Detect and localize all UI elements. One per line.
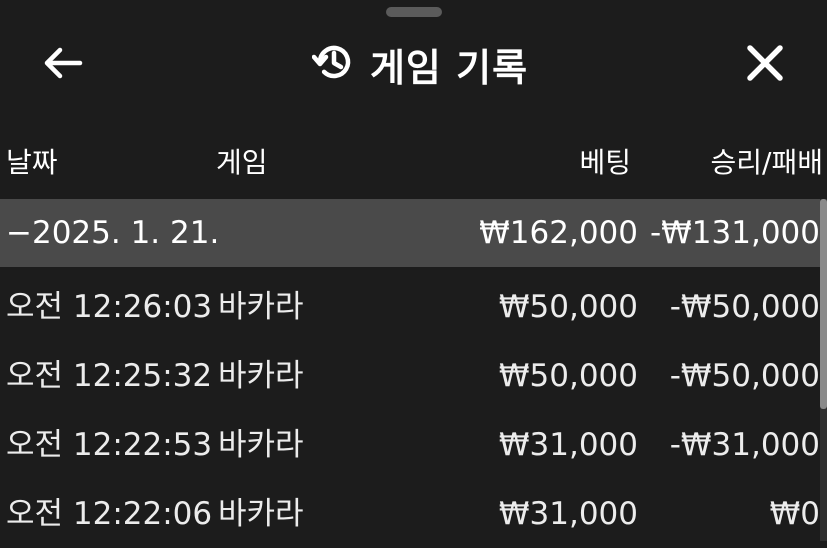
title-group: 게임 기록 [280,38,560,90]
row-result: -₩50,000 [669,358,820,394]
page-title: 게임 기록 [369,45,529,90]
arrow-left-icon [43,47,83,83]
column-header-bet: 베팅 [579,146,631,179]
table-row[interactable]: 오전 12:22:53 바카라 ₩31,000 -₩31,000 [0,411,820,479]
row-game: 바카라 [218,496,304,532]
group-bet-total: ₩162,000 [479,215,638,251]
table-row[interactable]: 오전 12:25:32 바카라 ₩50,000 -₩50,000 [0,342,820,410]
close-button[interactable] [738,40,792,90]
column-header-date: 날짜 [6,146,58,179]
scrollbar-thumb[interactable] [820,199,827,409]
column-header-game: 게임 [216,146,268,179]
row-result: -₩50,000 [669,289,820,325]
row-time: 오전 12:25:32 [6,358,213,394]
row-game: 바카라 [218,289,304,325]
row-bet: ₩31,000 [498,496,638,532]
row-time: 오전 12:22:06 [6,496,213,532]
row-result: ₩0 [769,496,820,532]
row-bet: ₩31,000 [498,427,638,463]
table-row[interactable]: 오전 12:22:06 바카라 ₩31,000 ₩0 [0,480,820,548]
group-result-total: -₩131,000 [649,215,820,251]
row-time: 오전 12:22:53 [6,427,213,463]
row-time: 오전 12:26:03 [6,289,213,325]
row-game: 바카라 [218,358,304,394]
close-icon [745,43,785,87]
column-header-result: 승리/패배 [710,146,823,179]
row-bet: ₩50,000 [498,289,638,325]
header: 게임 기록 [0,20,827,110]
group-date: −2025. 1. 21. [6,215,220,251]
drag-handle[interactable] [386,7,442,17]
row-bet: ₩50,000 [498,358,638,394]
history-icon [311,40,356,88]
scrollbar[interactable] [820,199,827,541]
date-group-row[interactable]: −2025. 1. 21. ₩162,000 -₩131,000 [0,199,820,267]
table-row[interactable]: 오전 12:26:03 바카라 ₩50,000 -₩50,000 [0,273,820,341]
back-button[interactable] [36,42,90,88]
row-result: -₩31,000 [669,427,820,463]
row-game: 바카라 [218,427,304,463]
